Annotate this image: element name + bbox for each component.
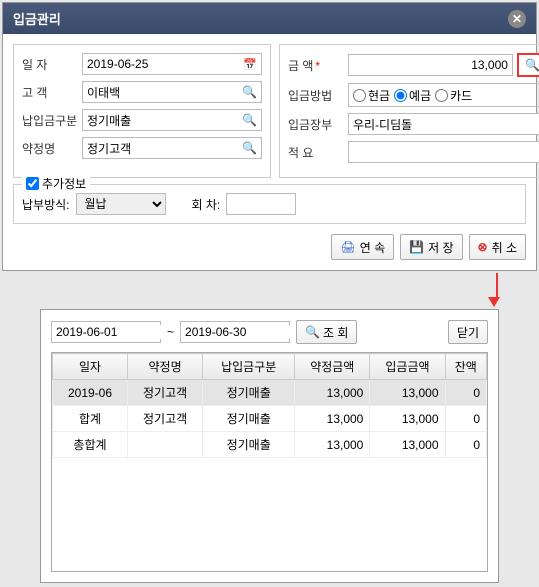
col-header[interactable]: 약정명 [127,354,202,380]
cell: 13,000 [370,406,445,432]
cell: 2019-06 [53,380,128,406]
continue-icon: 🖨 [340,240,355,254]
date-input[interactable] [87,57,243,71]
date-label: 일 자 [22,56,82,73]
table-row[interactable]: 총합계정기매출13,00013,0000 [53,432,487,458]
method-label: 입금방법 [288,87,348,104]
cell: 0 [445,432,486,458]
tilde: ~ [167,325,174,339]
memo-label: 적 요 [288,144,348,161]
account-label: 입금장부 [288,116,348,133]
col-header[interactable]: 납입금구분 [203,354,295,380]
category-input-wrap[interactable]: 🔍 [82,109,262,131]
amount-input[interactable] [348,54,513,76]
dialog-title: 입금관리 [13,9,61,28]
customer-label: 고 객 [22,84,82,101]
col-header[interactable]: 약정금액 [295,354,370,380]
paytype-label: 납부방식: [22,196,70,213]
cell: 합계 [53,406,128,432]
search-icon: 🔍 [305,325,320,339]
memo-input[interactable] [348,141,539,163]
col-header[interactable]: 일자 [53,354,128,380]
search-icon[interactable]: 🔍 [242,141,257,155]
date-input-wrap[interactable]: 📅 [82,53,262,75]
cell: 정기고객 [127,406,202,432]
save-icon: 💾 [409,240,424,254]
search-icon[interactable]: 🔍 [242,113,257,127]
cell: 0 [445,406,486,432]
cell: 총합계 [53,432,128,458]
date-to-wrap[interactable]: 📅 [180,321,290,343]
titlebar: 입금관리 ✕ [3,3,536,34]
cancel-icon: ⊗ [478,240,488,254]
contract-label: 약정명 [22,140,82,157]
cell: 13,000 [295,406,370,432]
table-row[interactable]: 2019-06정기고객정기매출13,00013,0000 [53,380,487,406]
col-header[interactable]: 잔액 [445,354,486,380]
result-grid[interactable]: 일자약정명납입금구분약정금액입금금액잔액 2019-06정기고객정기매출13,0… [51,352,488,572]
seq-input[interactable] [226,193,296,215]
button-bar: 🖨연 속 💾저 장 ⊗취 소 [13,234,526,260]
cell: 13,000 [295,432,370,458]
radio-card[interactable]: 카드 [435,87,472,104]
search-icon: 🔍 [525,58,539,72]
close-button[interactable]: 닫기 [448,320,488,344]
category-label: 납입금구분 [22,112,82,129]
lookup-button[interactable]: 🔍 조회 [517,53,539,77]
cell: 13,000 [295,380,370,406]
close-icon[interactable]: ✕ [508,10,526,28]
customer-input[interactable] [87,85,242,99]
cell: 13,000 [370,432,445,458]
account-input[interactable] [353,117,539,131]
guide-arrow [0,273,539,307]
account-input-wrap[interactable]: 🔍 [348,113,539,135]
date-from-wrap[interactable]: 📅 [51,321,161,343]
customer-input-wrap[interactable]: 🔍 [82,81,262,103]
paytype-select[interactable]: 월납 [76,193,166,215]
cell [127,432,202,458]
search-icon[interactable]: 🔍 [242,85,257,99]
cell: 0 [445,380,486,406]
result-panel: 📅 ~ 📅 🔍 조 회 닫기 일자약정명납입금구분약정금액입금금액잔액 2019… [40,309,499,583]
calendar-icon[interactable]: 📅 [243,58,257,71]
save-button[interactable]: 💾저 장 [400,234,462,260]
cell: 정기매출 [203,380,295,406]
extra-legend[interactable]: 추가정보 [22,175,90,192]
contract-input-wrap[interactable]: 🔍 [82,137,262,159]
query-button[interactable]: 🔍 조 회 [296,320,357,344]
left-form: 일 자 📅 고 객 🔍 납입금구분 [13,44,271,178]
radio-deposit[interactable]: 예금 [394,87,431,104]
cell: 정기고객 [127,380,202,406]
extra-legend-label: 추가정보 [42,175,86,192]
extra-checkbox[interactable] [26,177,39,190]
radio-cash[interactable]: 현금 [353,87,390,104]
contract-input[interactable] [87,141,242,155]
seq-label: 회 차: [192,196,221,213]
cell: 13,000 [370,380,445,406]
extra-info-box: 추가정보 납부방식: 월납 회 차: [13,184,526,224]
cell: 정기매출 [203,406,295,432]
method-radio-group: 현금 예금 카드 [348,83,539,107]
right-form: 금 액* 🔍 조회 입금방법 현금 예금 카드 입 [279,44,539,178]
table-row[interactable]: 합계정기고객정기매출13,00013,0000 [53,406,487,432]
continue-button[interactable]: 🖨연 속 [331,234,394,260]
deposit-dialog: 입금관리 ✕ 일 자 📅 고 객 🔍 [2,2,537,271]
cell: 정기매출 [203,432,295,458]
amount-label: 금 액* [288,57,348,74]
category-input[interactable] [87,113,242,127]
cancel-button[interactable]: ⊗취 소 [469,234,526,260]
col-header[interactable]: 입금금액 [370,354,445,380]
